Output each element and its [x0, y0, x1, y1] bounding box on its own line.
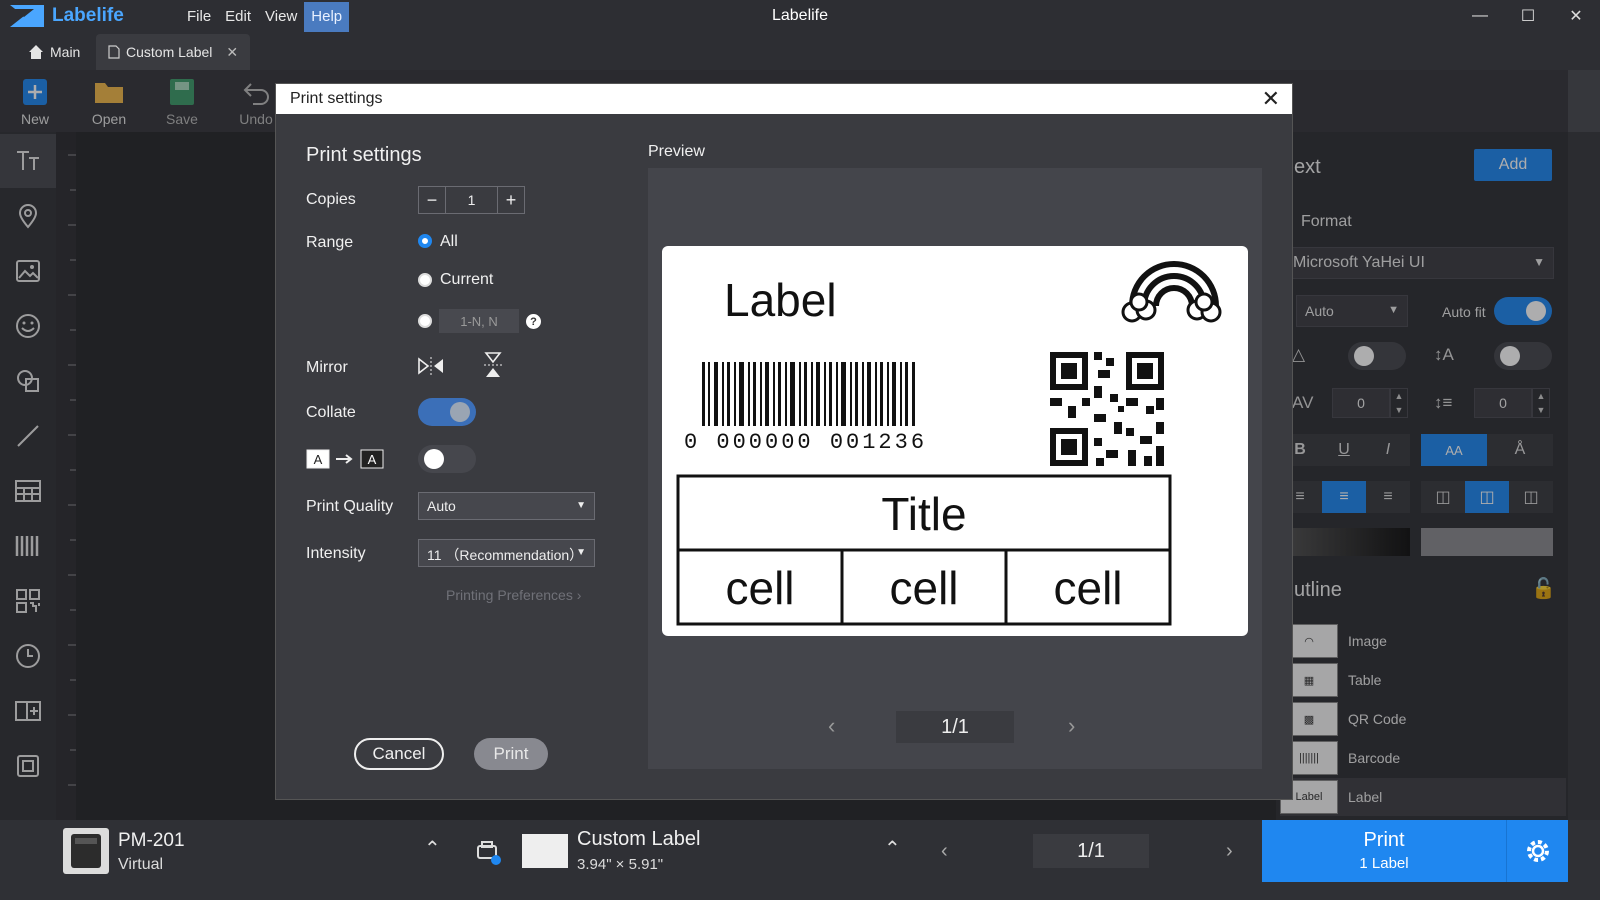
print-quality-label: Print Quality: [306, 498, 394, 515]
label-preview: Label 0 000000 001236 Title cell cell ce…: [662, 246, 1248, 636]
minimize-icon[interactable]: —: [1456, 0, 1504, 32]
printer-mode: Virtual: [118, 856, 164, 873]
close-icon[interactable]: ✕: [1262, 86, 1280, 112]
paper-name[interactable]: Custom Label: [577, 828, 700, 851]
mirror-horizontal-icon[interactable]: [418, 357, 444, 375]
tab-main-label: Main: [50, 44, 81, 60]
print-button-label: Print: [1363, 829, 1405, 851]
printing-preferences-label: Printing Preferences: [446, 587, 573, 603]
table-cell: cell: [725, 562, 794, 614]
home-icon: [29, 45, 43, 59]
intensity-value: 11 （Recommendation）: [427, 547, 584, 563]
svg-text:A: A: [368, 452, 377, 467]
table-cell: cell: [889, 562, 958, 614]
chevron-right-icon: ›: [576, 587, 582, 603]
print-settings-button[interactable]: [1506, 820, 1568, 882]
chevron-up-icon[interactable]: ⌃: [884, 836, 901, 861]
print-quality-value: Auto: [427, 498, 456, 514]
barcode-digits: 0 000000 001236: [684, 430, 927, 455]
tab-close-icon[interactable]: ✕: [226, 44, 238, 61]
settings-heading: Print settings: [306, 144, 422, 166]
tab-custom-label[interactable]: Custom Label ✕: [96, 34, 251, 70]
dialog-title: Print settings: [290, 90, 383, 107]
increment-button[interactable]: +: [498, 187, 524, 213]
copies-label: Copies: [306, 191, 356, 208]
preview-next-icon[interactable]: ›: [1068, 713, 1075, 739]
copies-input[interactable]: 1: [445, 187, 498, 213]
tab-main[interactable]: Main: [16, 34, 92, 70]
bluetooth-printer-icon[interactable]: [474, 838, 502, 866]
printing-preferences-link[interactable]: Printing Preferences ›: [446, 587, 581, 603]
preview-area: Label 0 000000 001236 Title cell cell ce…: [648, 168, 1262, 769]
prev-page-icon[interactable]: ‹: [941, 840, 948, 863]
intensity-select[interactable]: 11 （Recommendation） ▼: [418, 539, 595, 567]
printer-icon[interactable]: [63, 828, 109, 874]
label-heading: Label: [724, 274, 837, 326]
range-current-radio[interactable]: [418, 273, 432, 287]
page-indicator: 1/1: [1033, 834, 1149, 868]
bottom-bar: PM-201 Virtual ⌃ Custom Label 3.94" × 5.…: [0, 820, 1600, 900]
svg-text:A: A: [314, 452, 323, 467]
chevron-up-icon[interactable]: ⌃: [424, 836, 441, 861]
range-custom-radio[interactable]: [418, 314, 432, 328]
preview-label: Preview: [648, 143, 705, 160]
document-icon: [108, 45, 120, 59]
intensity-label: Intensity: [306, 545, 366, 562]
paper-thumbnail[interactable]: [522, 834, 568, 868]
tab-bar: Main Custom Label ✕: [0, 34, 1600, 70]
chevron-down-icon: ▼: [576, 547, 586, 558]
invert-toggle[interactable]: [418, 445, 476, 473]
help-icon[interactable]: ?: [526, 314, 541, 329]
collate-label: Collate: [306, 404, 356, 421]
gear-icon: [1526, 840, 1549, 862]
decrement-button[interactable]: −: [419, 187, 445, 213]
mirror-label: Mirror: [306, 359, 348, 376]
print-button[interactable]: Print 1 Label: [1262, 820, 1506, 882]
title-bar: Labelife File Edit View Help Labelife — …: [0, 0, 1600, 34]
preview-prev-icon[interactable]: ‹: [828, 713, 835, 739]
collate-toggle[interactable]: [418, 398, 476, 426]
dialog-header: Print settings ✕: [276, 84, 1292, 114]
next-page-icon[interactable]: ›: [1226, 840, 1233, 863]
window-title: Labelife: [771, 7, 829, 24]
cloud-icon: [1121, 292, 1222, 323]
cancel-button[interactable]: Cancel: [354, 738, 444, 770]
preview-page-indicator: 1/1: [896, 711, 1014, 743]
range-all-radio[interactable]: [418, 234, 432, 248]
printer-name[interactable]: PM-201: [118, 830, 185, 852]
qr-code-graphic: [1050, 352, 1164, 466]
paper-size: 3.94" × 5.91": [577, 856, 664, 873]
label-preview-canvas: Label 0 000000 001236 Title cell cell ce…: [676, 261, 1222, 626]
mirror-vertical-icon[interactable]: [484, 352, 502, 378]
invert-color-icon: AA: [306, 449, 384, 469]
tab-custom-label-text: Custom Label: [126, 44, 213, 60]
window-controls: — ☐ ✕: [1456, 0, 1600, 32]
print-count: 1 Label: [1359, 855, 1409, 872]
range-current-label: Current: [440, 271, 494, 288]
table-title: Title: [881, 488, 966, 540]
table-cell: cell: [1053, 562, 1122, 614]
copies-stepper: − 1 +: [418, 186, 525, 214]
range-label: Range: [306, 234, 354, 251]
range-custom-input[interactable]: 1-N, N: [439, 309, 519, 333]
maximize-icon[interactable]: ☐: [1504, 0, 1552, 32]
print-quality-select[interactable]: Auto ▼: [418, 492, 595, 520]
chevron-down-icon: ▼: [576, 500, 586, 511]
close-icon[interactable]: ✕: [1552, 0, 1600, 32]
print-dialog-button[interactable]: Print: [474, 738, 548, 770]
range-all-label: All: [440, 233, 458, 250]
print-settings-dialog: Print settings ✕ Print settings Copies −…: [275, 83, 1293, 800]
